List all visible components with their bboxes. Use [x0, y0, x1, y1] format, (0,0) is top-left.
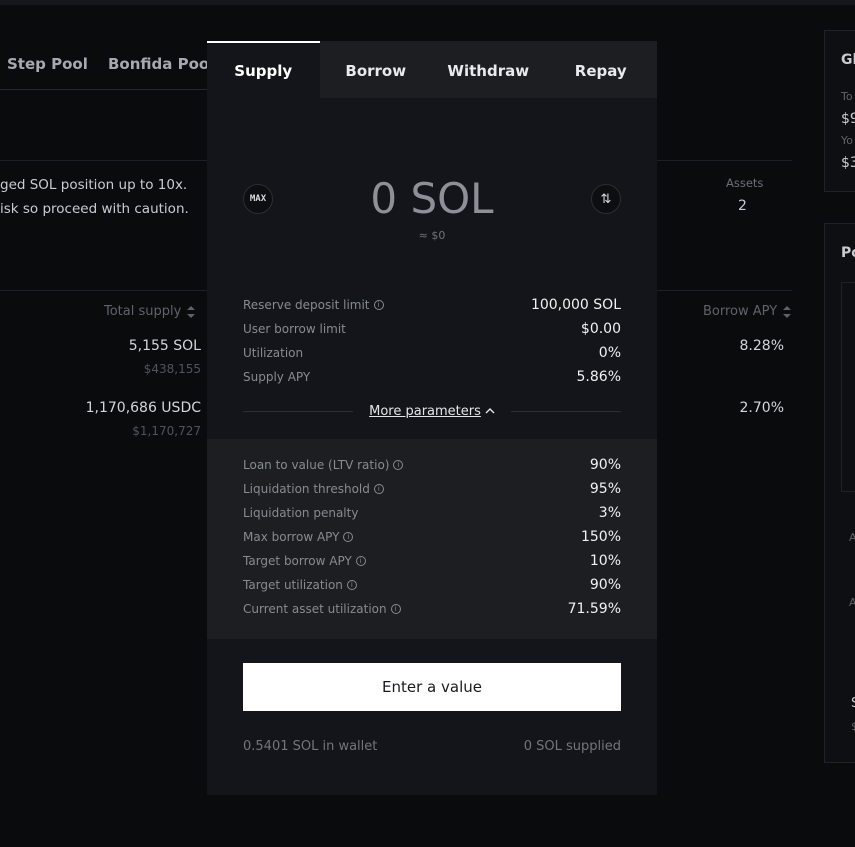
param-label: Liquidation threshold i: [243, 482, 384, 496]
param-label-text: Max borrow APY: [243, 530, 340, 544]
pool-tab-bonfida[interactable]: Bonfida Pool: [108, 55, 214, 73]
param-liquidation-penalty: Liquidation penalty 3%: [243, 505, 621, 521]
chevron-up-icon: [485, 408, 495, 414]
param-value: 3%: [598, 505, 621, 521]
row-2-supply: 1,170,686 USDC: [85, 400, 201, 416]
col-header-borrow-apy[interactable]: Borrow APY: [703, 304, 792, 319]
supply-modal: Supply Borrow Withdraw Repay MAX 0 SOL ≈…: [207, 41, 657, 795]
row-1-borrow-apy: 8.28%: [739, 338, 784, 354]
param-label: Current asset utilization i: [243, 602, 401, 616]
param-value: 90%: [589, 577, 621, 593]
info-icon[interactable]: i: [373, 300, 384, 310]
param-label: Supply APY: [243, 370, 311, 384]
supplied-amount: 0 SOL supplied: [523, 739, 621, 754]
row-1-supply: 5,155 SOL: [128, 338, 201, 354]
top-band: [0, 0, 855, 5]
global-stats-label-1: To: [841, 90, 853, 103]
position-label-s: S: [851, 696, 855, 711]
global-stats-value-2: $3: [841, 155, 855, 171]
position-label-a1: A: [849, 531, 855, 544]
param-label: Loan to value (LTV ratio) i: [243, 458, 404, 472]
assets-label: Assets: [726, 176, 764, 190]
sort-icon: [187, 305, 196, 318]
more-parameters-row: More parameters: [243, 402, 622, 420]
info-line-2: isk so proceed with caution.: [0, 201, 189, 217]
param-target-utilization: Target utilization i 90%: [243, 577, 621, 593]
wallet-balance: 0.5401 SOL in wallet: [243, 739, 378, 754]
param-label-text: Target borrow APY: [243, 554, 352, 568]
enter-value-button[interactable]: Enter a value: [243, 663, 621, 711]
param-label: Target borrow APY i: [243, 554, 366, 568]
param-label: Liquidation penalty: [243, 506, 359, 520]
tab-repay[interactable]: Repay: [545, 41, 658, 98]
param-label-text: Reserve deposit limit: [243, 298, 370, 312]
position-inner-box: [841, 282, 855, 492]
row-1-supply-usd: $438,155: [143, 362, 201, 376]
position-panel-title: Po: [841, 245, 855, 261]
param-label-text: Liquidation threshold: [243, 482, 370, 496]
param-label-text: Target utilization: [243, 578, 343, 592]
amount-input[interactable]: 0 SOL: [207, 174, 657, 223]
more-parameters-panel: Loan to value (LTV ratio) i 90% Liquidat…: [207, 439, 657, 639]
param-value: $0.00: [580, 321, 621, 337]
info-icon[interactable]: i: [390, 604, 401, 614]
modal-tab-bar: Supply Borrow Withdraw Repay: [207, 41, 657, 98]
info-icon[interactable]: i: [373, 484, 384, 494]
param-label-text: Loan to value (LTV ratio): [243, 458, 390, 472]
global-stats-title: Gl: [841, 52, 855, 68]
more-parameters-link[interactable]: More parameters: [369, 404, 495, 419]
col-header-label: Total supply: [104, 304, 182, 319]
amount-usd: ≈ $0: [418, 229, 446, 242]
info-line-1: ged SOL position up to 10x.: [0, 177, 188, 193]
param-value: 90%: [589, 457, 621, 473]
sort-icon: [783, 305, 792, 318]
global-stats-label-2: Yo: [841, 134, 853, 147]
param-supply-apy: Supply APY 5.86%: [243, 369, 621, 385]
info-icon[interactable]: i: [355, 556, 366, 566]
param-label: Utilization: [243, 346, 304, 360]
col-header-total-supply[interactable]: Total supply: [104, 304, 196, 319]
pool-tab-step[interactable]: Step Pool: [7, 55, 88, 73]
info-icon[interactable]: i: [343, 532, 354, 542]
param-value: 5.86%: [576, 369, 621, 385]
info-icon[interactable]: i: [346, 580, 357, 590]
param-max-borrow-apy: Max borrow APY i 150%: [243, 529, 621, 545]
row-2-supply-usd: $1,170,727: [132, 424, 201, 438]
param-label: Max borrow APY i: [243, 530, 354, 544]
info-icon[interactable]: i: [393, 460, 404, 470]
position-label-dollar: $: [851, 720, 855, 733]
global-stats-value-1: $9: [841, 111, 855, 127]
param-ltv: Loan to value (LTV ratio) i 90%: [243, 457, 621, 473]
header-divider: [0, 89, 207, 90]
param-value: 150%: [580, 529, 621, 545]
param-user-borrow-limit: User borrow limit $0.00: [243, 321, 621, 337]
param-current-asset-utilization: Current asset utilization i 71.59%: [243, 601, 621, 617]
divider: [510, 410, 622, 412]
param-utilization: Utilization 0%: [243, 345, 621, 361]
param-label: Target utilization i: [243, 578, 357, 592]
param-label: User borrow limit: [243, 322, 346, 336]
param-value: 10%: [589, 553, 621, 569]
tab-supply[interactable]: Supply: [207, 41, 320, 98]
divider: [243, 410, 354, 412]
param-reserve-deposit-limit: Reserve deposit limit i 100,000 SOL: [243, 297, 621, 313]
param-label-text: Current asset utilization: [243, 602, 387, 616]
param-label: Reserve deposit limit i: [243, 298, 384, 312]
swap-icon[interactable]: ⇅: [591, 184, 621, 214]
tab-borrow[interactable]: Borrow: [320, 41, 433, 98]
param-value: 95%: [589, 481, 621, 497]
param-value: 100,000 SOL: [530, 297, 621, 313]
param-value: 0%: [598, 345, 621, 361]
position-label-a2: A: [849, 596, 855, 609]
more-parameters-label: More parameters: [369, 403, 481, 419]
param-value: 71.59%: [567, 601, 621, 617]
row-2-borrow-apy: 2.70%: [739, 400, 784, 416]
param-liquidation-threshold: Liquidation threshold i 95%: [243, 481, 621, 497]
assets-value: 2: [738, 198, 747, 214]
tab-withdraw[interactable]: Withdraw: [432, 41, 545, 98]
param-target-borrow-apy: Target borrow APY i 10%: [243, 553, 621, 569]
col-header-label: Borrow APY: [703, 304, 778, 319]
